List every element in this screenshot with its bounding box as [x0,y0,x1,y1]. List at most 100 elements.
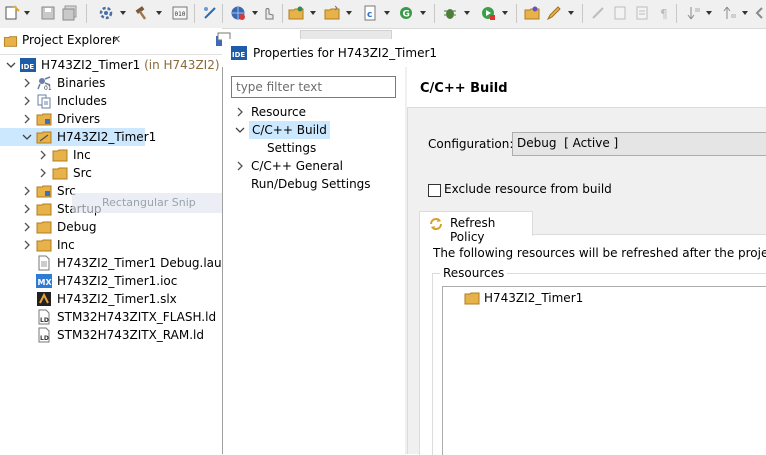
svg-text:01: 01 [44,85,52,91]
tree-item-ioc-file[interactable]: MX H743ZI2_Timer1.ioc [0,272,222,290]
filter-input[interactable]: type filter text [231,76,396,98]
run-icon[interactable] [480,5,496,21]
chevron-right-icon[interactable] [22,92,32,110]
tree-item-project[interactable]: IDE H743ZI2_Timer1 (in H743ZI2) [0,56,222,74]
svg-text:MX: MX [38,278,53,287]
snip-overlay-label: Rectangular Snip [102,196,196,209]
tree-item-inc[interactable]: Inc [0,236,222,254]
tree-item-label: STM32H743ZITX_RAM.ld [57,328,204,342]
svg-text:IDE: IDE [232,51,245,59]
build-hammer-icon[interactable] [134,5,150,21]
configuration-value: Debug [ Active ] [517,136,619,150]
open-folder-icon[interactable] [524,5,540,21]
new-project-icon[interactable] [288,5,304,21]
dialog-title-bar: IDE Properties for H743ZI2_Timer1 [222,39,766,67]
project-explorer-close-icon[interactable]: ✕ [112,33,121,46]
binary-icon[interactable]: 010 [172,5,188,21]
project-explorer-tab-label[interactable]: Project Explorer [22,33,117,47]
new-folder-icon[interactable] [324,5,340,21]
pencil-dropdown-icon[interactable] [568,11,574,15]
next-annotation-dropdown-icon[interactable] [706,11,712,15]
chevron-right-icon[interactable] [22,110,32,128]
exclude-resource-checkbox[interactable] [428,184,441,197]
chevron-down-icon[interactable] [6,56,16,74]
new-class-dropdown-icon[interactable] [420,11,426,15]
nav-item-run-debug[interactable]: Run/Debug Settings [223,175,405,193]
tree-item-launch-file[interactable]: H743ZI2_Timer1 Debug.launch [0,254,222,272]
chevron-down-icon[interactable] [235,121,245,139]
pencil-icon[interactable] [546,5,562,21]
chevron-down-icon[interactable] [22,128,32,146]
new-c-file-dropdown-icon[interactable] [384,11,390,15]
resource-item[interactable]: H743ZI2_Timer1 [443,289,766,307]
tab-refresh-policy[interactable]: Refresh Policy [419,211,533,244]
ide-app-icon: IDE [231,46,247,60]
configuration-select[interactable]: Debug [ Active ] [512,132,766,156]
debug-dropdown-icon[interactable] [464,11,470,15]
simulink-file-icon [36,291,52,307]
save-icon[interactable] [40,5,56,21]
tree-item-slx-file[interactable]: H743ZI2_Timer1.slx [0,290,222,308]
nav-item-cpp-build[interactable]: C/C++ Build [223,121,405,139]
svg-text:LD: LD [40,335,49,342]
tree-item-src-nested[interactable]: Src [0,164,222,182]
debug-bug-icon[interactable] [442,5,458,21]
debug-tool-icon[interactable] [202,5,218,21]
filter-placeholder: type filter text [236,80,323,94]
settings-gear-icon[interactable] [98,5,114,21]
svg-text:c: c [367,10,372,20]
chevron-right-icon[interactable] [38,146,48,164]
tree-item-debug[interactable]: Debug [0,218,222,236]
tree-item-selected-folder[interactable]: H743ZI2_Timer1 [0,128,156,146]
nav-item-settings[interactable]: Settings [223,139,405,157]
folder-icon [52,165,68,181]
chevron-right-icon[interactable] [38,164,48,182]
tree-item-label: Debug [57,220,97,234]
chevron-right-icon[interactable] [22,182,32,200]
tree-item-binaries[interactable]: 01 Binaries [0,74,222,92]
new-class-icon[interactable]: G [398,5,414,21]
chevron-right-icon[interactable] [235,157,245,175]
new-c-file-icon[interactable]: c [362,5,378,21]
tree-item-label: H743ZI2_Timer1 Debug.launch [57,256,222,270]
prev-annotation-dropdown-icon[interactable] [742,11,748,15]
tree-item-inc-nested[interactable]: Inc [0,146,222,164]
launch-file-icon [36,255,52,271]
new-dropdown-icon[interactable] [24,11,30,15]
paragraph-disabled-icon: ¶ [656,5,672,21]
tree-item-flash-ld[interactable]: LD STM32H743ZITX_FLASH.ld [0,308,222,326]
globe-run-icon[interactable] [230,5,246,21]
new-project-dropdown-icon[interactable] [310,11,316,15]
chevron-right-icon[interactable] [22,200,32,218]
globe-dropdown-icon[interactable] [252,11,258,15]
new-folder-dropdown-icon[interactable] [346,11,352,15]
chevron-right-icon[interactable] [235,103,245,121]
run-dropdown-icon[interactable] [502,11,508,15]
project-explorer-tab-bar: Project Explorer ✕ [0,28,222,55]
build-dropdown-icon[interactable] [156,11,162,15]
tree-item-includes[interactable]: Includes [0,92,222,110]
new-icon[interactable] [4,5,20,21]
main-toolbar: 010 c G ¶ [0,0,766,29]
ide-project-icon: IDE [20,57,36,73]
nav-item-cpp-general[interactable]: C/C++ General [223,157,405,175]
tree-item-ram-ld[interactable]: LD STM32H743ZITX_RAM.ld [0,326,222,344]
back-icon[interactable] [752,5,766,21]
chevron-right-icon[interactable] [22,236,32,254]
touch-icon[interactable] [260,5,276,21]
tree-item-label: STM32H743ZITX_FLASH.ld [57,310,217,324]
rectangular-snip-overlay: Rectangular Snip [72,193,244,213]
tree-item-label: H743ZI2_Timer1 [57,130,157,144]
prev-annotation-icon[interactable] [722,5,738,21]
chevron-right-icon[interactable] [22,74,32,92]
next-annotation-icon[interactable] [686,5,702,21]
resources-list[interactable]: H743ZI2_Timer1 [442,286,766,455]
tree-item-label: Src [73,166,92,180]
chevron-right-icon[interactable] [22,218,32,236]
source-folder-icon [36,183,52,199]
settings-dropdown-icon[interactable] [120,11,126,15]
nav-item-label-selected: C/C++ Build [249,121,330,139]
nav-item-resource[interactable]: Resource [223,103,405,121]
tree-item-drivers[interactable]: Drivers [0,110,222,128]
save-all-icon[interactable] [62,5,78,21]
